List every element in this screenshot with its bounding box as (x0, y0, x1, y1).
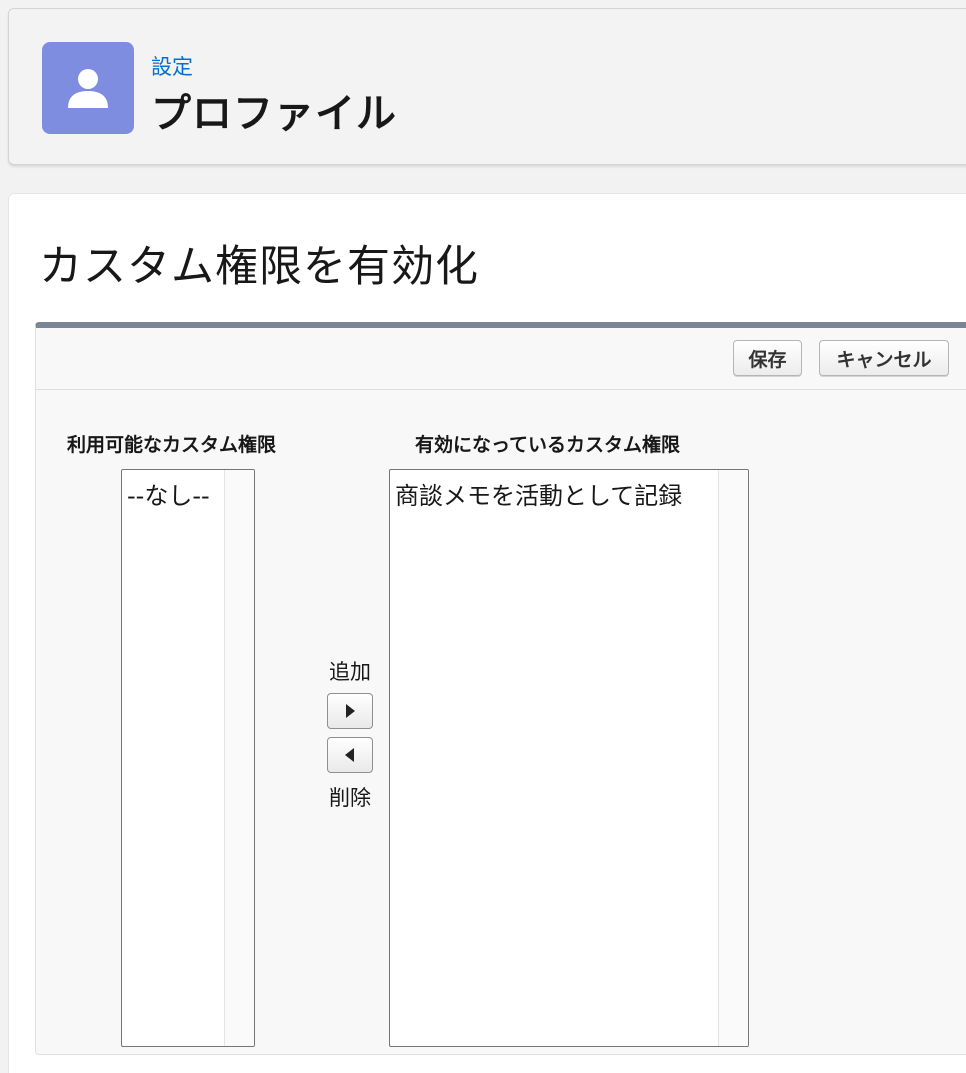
breadcrumb[interactable]: 設定 (151, 51, 193, 81)
arrow-left-icon (345, 748, 354, 762)
enabled-permissions-label: 有効になっているカスタム権限 (415, 434, 681, 456)
add-button[interactable] (327, 693, 373, 729)
section-title: カスタム権限を有効化 (39, 242, 479, 292)
button-bar: 保存 キャンセル (36, 328, 966, 390)
available-permissions-label: 利用可能なカスタム権限 (67, 434, 277, 456)
list-item[interactable]: --なし-- (127, 476, 210, 511)
avatar (42, 42, 134, 134)
save-button[interactable]: 保存 (733, 340, 802, 376)
enabled-permissions-list[interactable]: 商談メモを活動として記録 (389, 469, 749, 1047)
page-title: プロファイル (151, 91, 397, 137)
cancel-button[interactable]: キャンセル (819, 340, 949, 376)
scrollbar[interactable] (718, 470, 748, 1046)
edit-block: 保存 キャンセル 利用可能なカスタム権限 有効になっているカスタム権限 --なし… (35, 322, 966, 1055)
add-label: 追加 (329, 660, 371, 684)
list-item[interactable]: 商談メモを活動として記録 (395, 476, 682, 511)
remove-label: 削除 (329, 786, 371, 810)
user-icon (68, 69, 108, 108)
scrollbar[interactable] (224, 470, 254, 1046)
available-permissions-list[interactable]: --なし-- (121, 469, 255, 1047)
main-content: カスタム権限を有効化 保存 キャンセル 利用可能なカスタム権限 有効になっている… (8, 193, 966, 1073)
page-header: 設定 プロファイル (8, 8, 966, 165)
remove-button[interactable] (327, 737, 373, 773)
arrow-right-icon (346, 704, 355, 718)
